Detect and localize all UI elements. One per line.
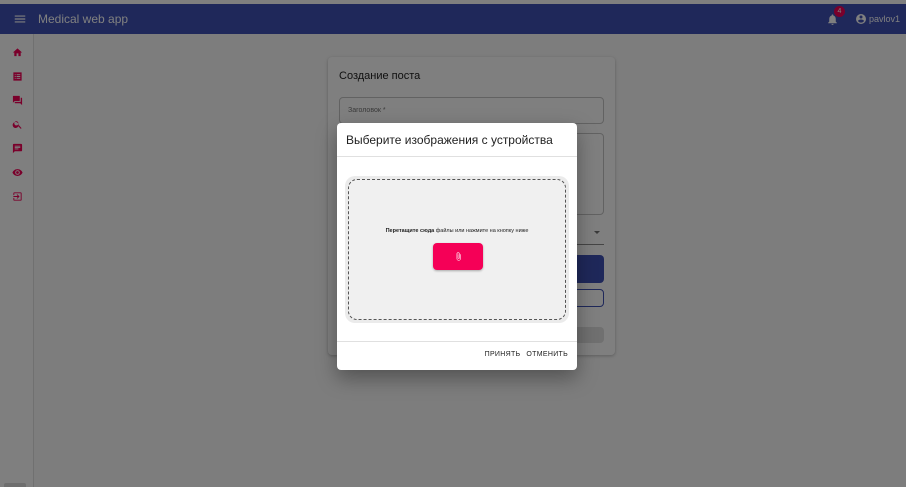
- dropzone-container: Перетащите сюда файлы или нажмите на кно…: [345, 176, 569, 323]
- dialog-title: Выберите изображения с устройства: [346, 133, 553, 147]
- attach-file-button[interactable]: [433, 243, 483, 270]
- image-upload-dialog: Выберите изображения с устройства Перета…: [337, 123, 577, 370]
- attach-file-icon: [456, 252, 461, 261]
- file-dropzone[interactable]: Перетащите сюда файлы или нажмите на кно…: [348, 179, 566, 320]
- divider: [337, 156, 577, 157]
- dropzone-text-rest: файлы или нажмите на кнопку ниже: [434, 228, 529, 234]
- cancel-button[interactable]: ОТМЕНИТЬ: [526, 349, 568, 360]
- dropzone-instructions: Перетащите сюда файлы или нажмите на кно…: [349, 228, 565, 234]
- dropzone-text-bold: Перетащите сюда: [385, 228, 435, 234]
- dialog-actions: ПРИНЯТЬ ОТМЕНИТЬ: [485, 349, 568, 360]
- divider: [337, 341, 577, 342]
- accept-button[interactable]: ПРИНЯТЬ: [485, 349, 521, 360]
